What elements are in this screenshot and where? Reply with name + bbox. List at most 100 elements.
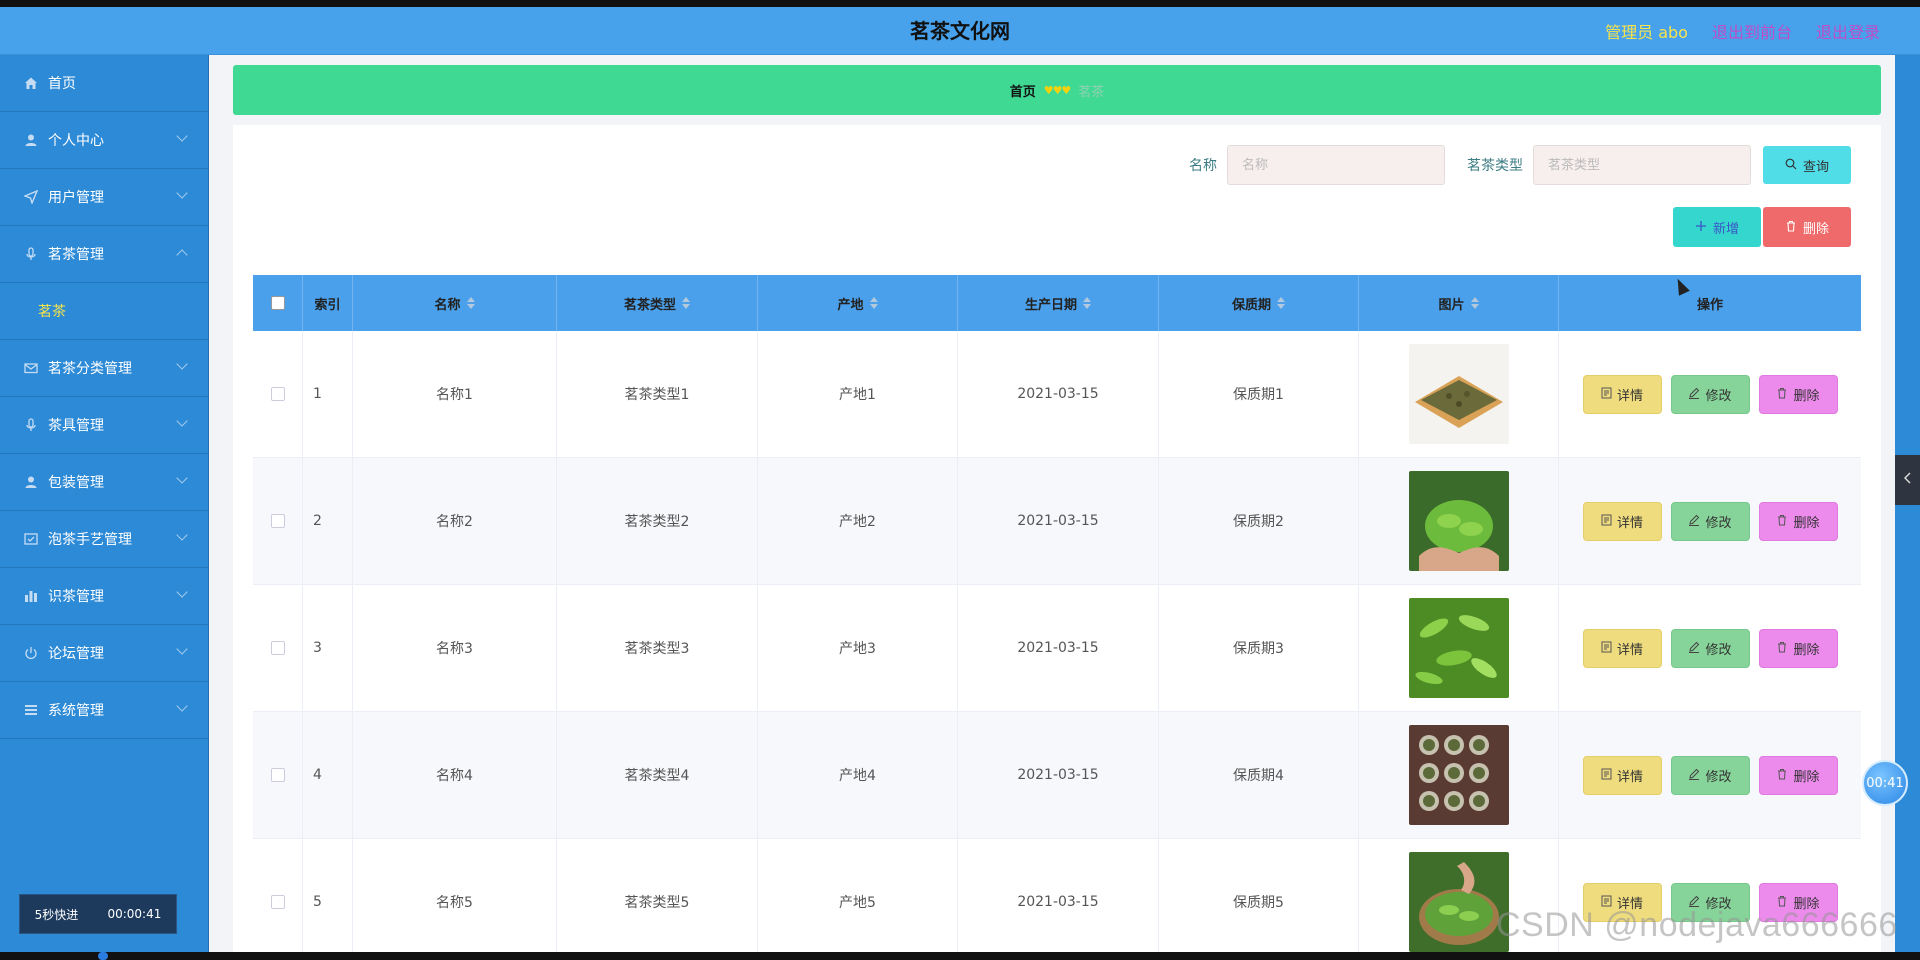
breadcrumb: 首页 ♥♥♥ 茗茶 xyxy=(233,65,1881,115)
detail-button[interactable]: 详情 xyxy=(1582,501,1662,541)
sidebar-item-profile[interactable]: 个人中心 xyxy=(0,112,208,169)
cell-shelf-life: 保质期5 xyxy=(1159,839,1359,960)
batch-delete-button[interactable]: 删除 xyxy=(1763,207,1851,247)
pencil-icon xyxy=(1688,641,1700,656)
sort-icon[interactable] xyxy=(466,297,475,309)
row-checkbox[interactable] xyxy=(270,768,285,782)
delete-button[interactable]: 删除 xyxy=(1758,628,1838,668)
trash-icon xyxy=(1776,387,1788,402)
select-all-cell xyxy=(253,275,303,331)
tea-thumbnail[interactable] xyxy=(1408,471,1509,571)
fast-forward-box[interactable]: 5秒快进 00:00:41 xyxy=(19,894,177,934)
tea-thumbnail[interactable] xyxy=(1408,598,1509,698)
query-button[interactable]: 查询 xyxy=(1763,146,1851,184)
detail-button[interactable]: 详情 xyxy=(1582,628,1662,668)
sort-icon[interactable] xyxy=(682,297,690,309)
name-search-input[interactable] xyxy=(1227,145,1445,185)
chevron-down-icon xyxy=(176,529,188,541)
detail-label: 详情 xyxy=(1616,641,1643,657)
sidebar-item-label: 系统管理 xyxy=(48,703,104,719)
edit-label: 修改 xyxy=(1705,641,1732,657)
pencil-icon xyxy=(1688,768,1700,783)
delete-button[interactable]: 删除 xyxy=(1758,755,1838,795)
sidebar-item-tea[interactable]: 茗茶管理 xyxy=(0,226,208,283)
row-checkbox[interactable] xyxy=(270,895,285,909)
tea-thumbnail[interactable] xyxy=(1408,852,1509,952)
sidebar-item-brewing[interactable]: 泡茶手艺管理 xyxy=(0,511,208,568)
breadcrumb-home[interactable]: 首页 xyxy=(1010,81,1036,100)
row-checkbox[interactable] xyxy=(270,514,285,528)
delete-button[interactable]: 删除 xyxy=(1758,374,1838,414)
cell-actions: 详情 修改 删除 xyxy=(1559,331,1861,457)
cell-image xyxy=(1359,458,1559,584)
tea-thumbnail[interactable] xyxy=(1408,344,1509,444)
detail-button[interactable]: 详情 xyxy=(1582,755,1662,795)
pencil-icon xyxy=(1688,514,1700,529)
add-button[interactable]: 新增 xyxy=(1673,207,1761,247)
sidebar-item-users[interactable]: 用户管理 xyxy=(0,169,208,226)
cell-origin: 产地3 xyxy=(758,585,958,711)
header-image[interactable]: 图片 xyxy=(1359,275,1559,331)
watermark: CSDN @nodejava666666 xyxy=(1496,906,1898,944)
detail-button[interactable]: 详情 xyxy=(1582,374,1662,414)
row-checkbox[interactable] xyxy=(270,641,285,655)
edit-button[interactable]: 修改 xyxy=(1670,374,1750,414)
sort-icon[interactable] xyxy=(1277,297,1285,309)
type-search-input[interactable] xyxy=(1533,145,1751,185)
name-search-label: 名称 xyxy=(1189,158,1217,174)
fast-forward-time: 00:00:41 xyxy=(107,907,162,921)
sidebar-item-teaware[interactable]: 茶具管理 xyxy=(0,397,208,454)
side-toggle-button[interactable] xyxy=(1895,455,1920,505)
sort-icon[interactable] xyxy=(1083,297,1091,309)
edit-button[interactable]: 修改 xyxy=(1670,501,1750,541)
row-checkbox[interactable] xyxy=(270,387,285,401)
header-shelf-life[interactable]: 保质期 xyxy=(1159,275,1359,331)
timer-badge[interactable]: 00:41 xyxy=(1862,760,1908,806)
sidebar-item-home[interactable]: 首页 xyxy=(0,55,208,112)
logout-link[interactable]: 退出登录 xyxy=(1816,19,1880,43)
sidebar-item-label: 论坛管理 xyxy=(48,646,104,662)
sidebar-item-tea-category[interactable]: 茗茶分类管理 xyxy=(0,340,208,397)
sidebar-item-packaging[interactable]: 包装管理 xyxy=(0,454,208,511)
cell-origin: 产地4 xyxy=(758,712,958,838)
cell-name: 名称3 xyxy=(353,585,557,711)
content-panel: 名称 茗茶类型 查询 新增 删除 xyxy=(233,125,1881,960)
cell-actions: 详情 修改 删除 xyxy=(1559,712,1861,838)
tea-thumbnail[interactable] xyxy=(1408,725,1509,825)
header-date[interactable]: 生产日期 xyxy=(958,275,1159,331)
top-header: 茗茶文化网 管理员 abo 退出到前台 退出登录 xyxy=(0,7,1920,55)
sidebar-item-label: 茗茶分类管理 xyxy=(48,361,132,377)
select-all-checkbox[interactable] xyxy=(270,296,285,310)
edit-button[interactable]: 修改 xyxy=(1670,755,1750,795)
header-index: 索引 xyxy=(303,275,353,331)
tea-table: 索引 名称 茗茶类型 产地 生产日期 保质期 图片 操作 1 名称1 茗茶类型1 产地… xyxy=(253,275,1861,960)
sort-icon[interactable] xyxy=(1470,297,1479,309)
header-type[interactable]: 茗茶类型 xyxy=(557,275,758,331)
edit-button[interactable]: 修改 xyxy=(1670,628,1750,668)
header-label: 保质期 xyxy=(1231,297,1271,313)
list-icon xyxy=(22,701,40,719)
sidebar-item-forum[interactable]: 论坛管理 xyxy=(0,625,208,682)
header-origin[interactable]: 产地 xyxy=(758,275,958,331)
header-label: 图片 xyxy=(1438,297,1465,313)
sidebar-item-system[interactable]: 系统管理 xyxy=(0,682,208,739)
back-to-front-link[interactable]: 退出到前台 xyxy=(1712,19,1792,43)
delete-label: 删除 xyxy=(1793,641,1820,657)
delete-label: 删除 xyxy=(1793,387,1820,403)
sidebar-subitem-tea[interactable]: 茗茶 xyxy=(0,283,208,340)
chevron-left-icon xyxy=(1903,472,1913,488)
delete-button[interactable]: 删除 xyxy=(1758,501,1838,541)
sort-icon[interactable] xyxy=(869,297,878,309)
search-icon xyxy=(1785,158,1797,173)
row-select-cell xyxy=(253,585,303,711)
cell-date: 2021-03-15 xyxy=(958,585,1159,711)
cell-shelf-life: 保质期1 xyxy=(1159,331,1359,457)
header-name[interactable]: 名称 xyxy=(353,275,557,331)
header-label: 索引 xyxy=(314,297,341,313)
video-progress-dot[interactable] xyxy=(98,952,108,960)
chevron-down-icon xyxy=(176,130,188,142)
sidebar-item-tea-id[interactable]: 识茶管理 xyxy=(0,568,208,625)
detail-label: 详情 xyxy=(1616,768,1643,784)
cell-index: 4 xyxy=(303,712,353,838)
cell-shelf-life: 保质期2 xyxy=(1159,458,1359,584)
